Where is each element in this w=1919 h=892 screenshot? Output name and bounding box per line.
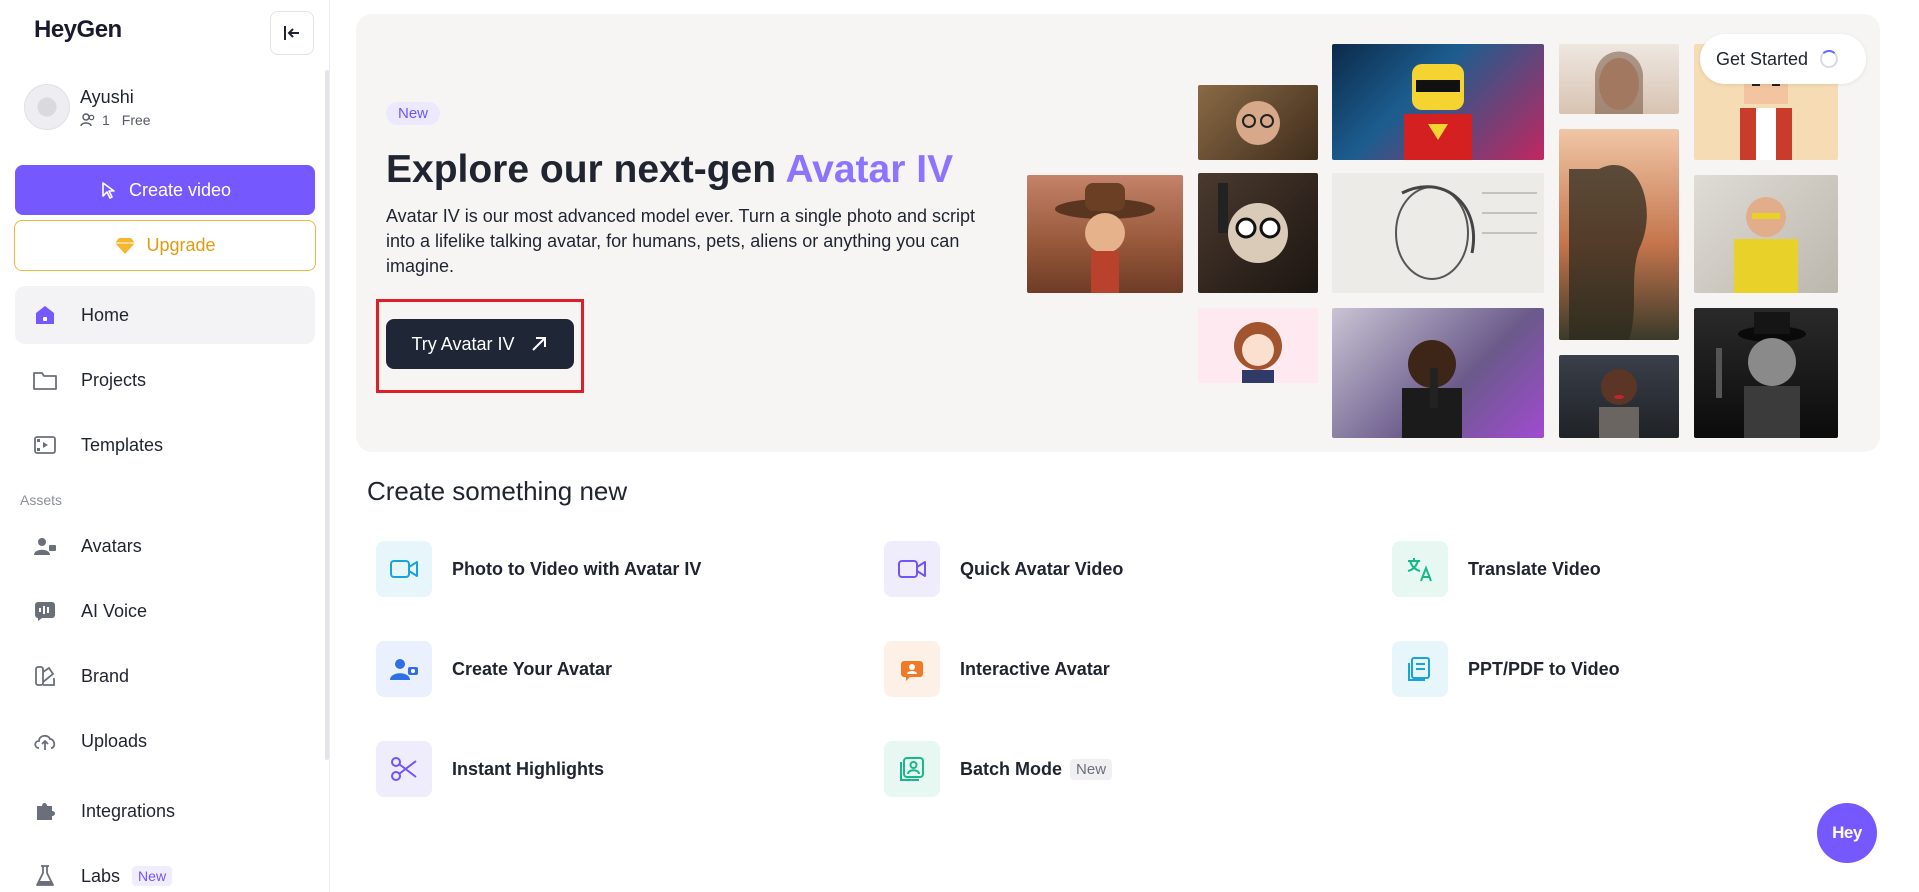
user-icon [31,532,59,560]
loading-spinner-icon [1820,50,1839,68]
assets-section-label: Assets [20,492,63,508]
hero-description: Avatar IV is our most advanced model eve… [386,206,975,276]
sidebar-item-integrations[interactable]: Integrations [15,782,315,840]
woman-podcast-image[interactable] [1332,308,1544,438]
feature-photo-to-video[interactable]: Photo to Video with Avatar IV [376,541,701,597]
member-count: 1 [102,111,110,128]
sidebar-item-label: AI Voice [81,600,148,621]
sidebar-item-brand[interactable]: Brand [15,647,315,705]
sidebar-item-label: Labs [81,865,121,886]
feature-label: Instant Highlights [452,758,604,779]
feature-label: PPT/PDF to Video [1468,658,1620,679]
feature-quick-avatar-video[interactable]: Quick Avatar Video [884,541,1123,597]
cloud-upload-icon [31,727,59,755]
members-icon [80,112,95,126]
sketch-woman-image[interactable] [1332,173,1544,293]
sidebar-item-label: Avatars [81,535,142,556]
feature-ppt-pdf-to-video[interactable]: PPT/PDF to Video [1392,641,1620,697]
flask-icon [31,862,59,890]
cowboy-avatar-image[interactable] [1027,175,1183,293]
feature-interactive-avatar[interactable]: Interactive Avatar [884,641,1110,697]
sidebar-item-label: Uploads [81,730,148,751]
dog-gangster-image[interactable] [1694,308,1838,438]
feature-label: Create Your Avatar [452,658,613,679]
create-video-button[interactable]: Create video [15,165,315,215]
hero-title-accent: Avatar IV [785,148,954,191]
sidebar-item-home[interactable]: Home [15,286,315,344]
woman-portrait-image[interactable] [1559,44,1679,114]
feature-translate-video[interactable]: Translate Video [1392,541,1601,597]
hero-title-main: Explore our next-gen [386,148,786,191]
heygen-logo[interactable]: HeyGen [34,16,122,44]
try-avatar-iv-label: Try Avatar IV [411,333,515,354]
new-badge: New [132,866,173,886]
sidebar-item-label: Brand [81,665,130,686]
man-yellow-suit-image[interactable] [1694,175,1838,293]
sidebar-item-uploads[interactable]: Uploads [15,712,315,770]
hey-assistant-button[interactable]: Hey [1817,803,1877,863]
feature-label: Interactive Avatar [960,658,1110,679]
feature-label: Photo to Video with Avatar IV [452,558,702,579]
puppet-avatar-image[interactable] [1198,173,1318,293]
chat-avatar-icon [884,641,940,697]
man-glasses-image[interactable] [1198,85,1318,160]
film-icon [31,431,59,459]
arrow-up-right-icon [531,337,546,351]
user-profile[interactable]: Ayushi 1 Free [24,84,151,130]
folder-icon [31,366,59,394]
create-video-label: Create video [128,179,232,200]
upgrade-button[interactable]: Upgrade [14,220,316,271]
diamond-icon [115,237,136,254]
get-started-label: Get Started [1716,48,1809,69]
document-icon [1392,641,1448,697]
double-exposure-image[interactable] [1559,129,1679,340]
feature-label: Batch Mode [960,758,1063,779]
sidebar-item-label: Home [81,304,130,325]
sidebar-item-label: Integrations [81,800,176,821]
feature-label: Translate Video [1468,558,1601,579]
batch-icon [884,741,940,797]
section-title: Create something new [367,476,628,506]
puzzle-icon [31,797,59,825]
feature-create-your-avatar[interactable]: Create Your Avatar [376,641,612,697]
feature-batch-mode[interactable]: Batch Mode New [884,741,1113,797]
sidebar-item-avatars[interactable]: Avatars [15,517,315,575]
sidebar-item-labs[interactable]: Labs New [15,847,315,892]
avatar [24,84,70,130]
scissors-icon [376,741,432,797]
upgrade-label: Upgrade [146,235,216,255]
new-badge: New [386,102,441,125]
feature-instant-highlights[interactable]: Instant Highlights [376,741,604,797]
anime-girl-image[interactable] [1198,308,1318,383]
try-avatar-iv-button[interactable]: Try Avatar IV [386,319,574,369]
sidebar-scrollbar[interactable] [325,70,329,760]
video-camera-icon [376,541,432,597]
woman-red-lips-image[interactable] [1559,355,1679,438]
cursor-icon [102,182,115,199]
collapse-sidebar-button[interactable] [270,11,314,55]
profile-name: Ayushi [80,86,134,107]
hero-title: Explore our next-gen Avatar IV [386,148,953,192]
get-started-button[interactable]: Get Started [1700,34,1866,84]
sidebar-item-label: Projects [81,369,147,390]
plan-badge: Free [121,111,151,128]
avatar-iv-banner: New Explore our next-gen Avatar IV Avata… [356,14,1880,452]
lego-superhero-image[interactable] [1332,44,1544,160]
collapse-left-icon [284,26,299,40]
palette-icon [31,662,59,690]
sidebar: HeyGen Ayushi 1 Free Create video Upgrad… [0,0,330,892]
new-badge: New [1070,758,1113,780]
sidebar-item-label: Templates [81,434,164,455]
add-user-icon [376,641,432,697]
home-icon [31,301,59,329]
translate-icon [1392,541,1448,597]
waveform-icon [31,597,59,625]
feature-label: Quick Avatar Video [960,558,1124,579]
video-camera-icon [884,541,940,597]
sidebar-item-templates[interactable]: Templates [15,416,315,474]
sidebar-item-ai-voice[interactable]: AI Voice [15,582,315,640]
sidebar-item-projects[interactable]: Projects [15,351,315,409]
